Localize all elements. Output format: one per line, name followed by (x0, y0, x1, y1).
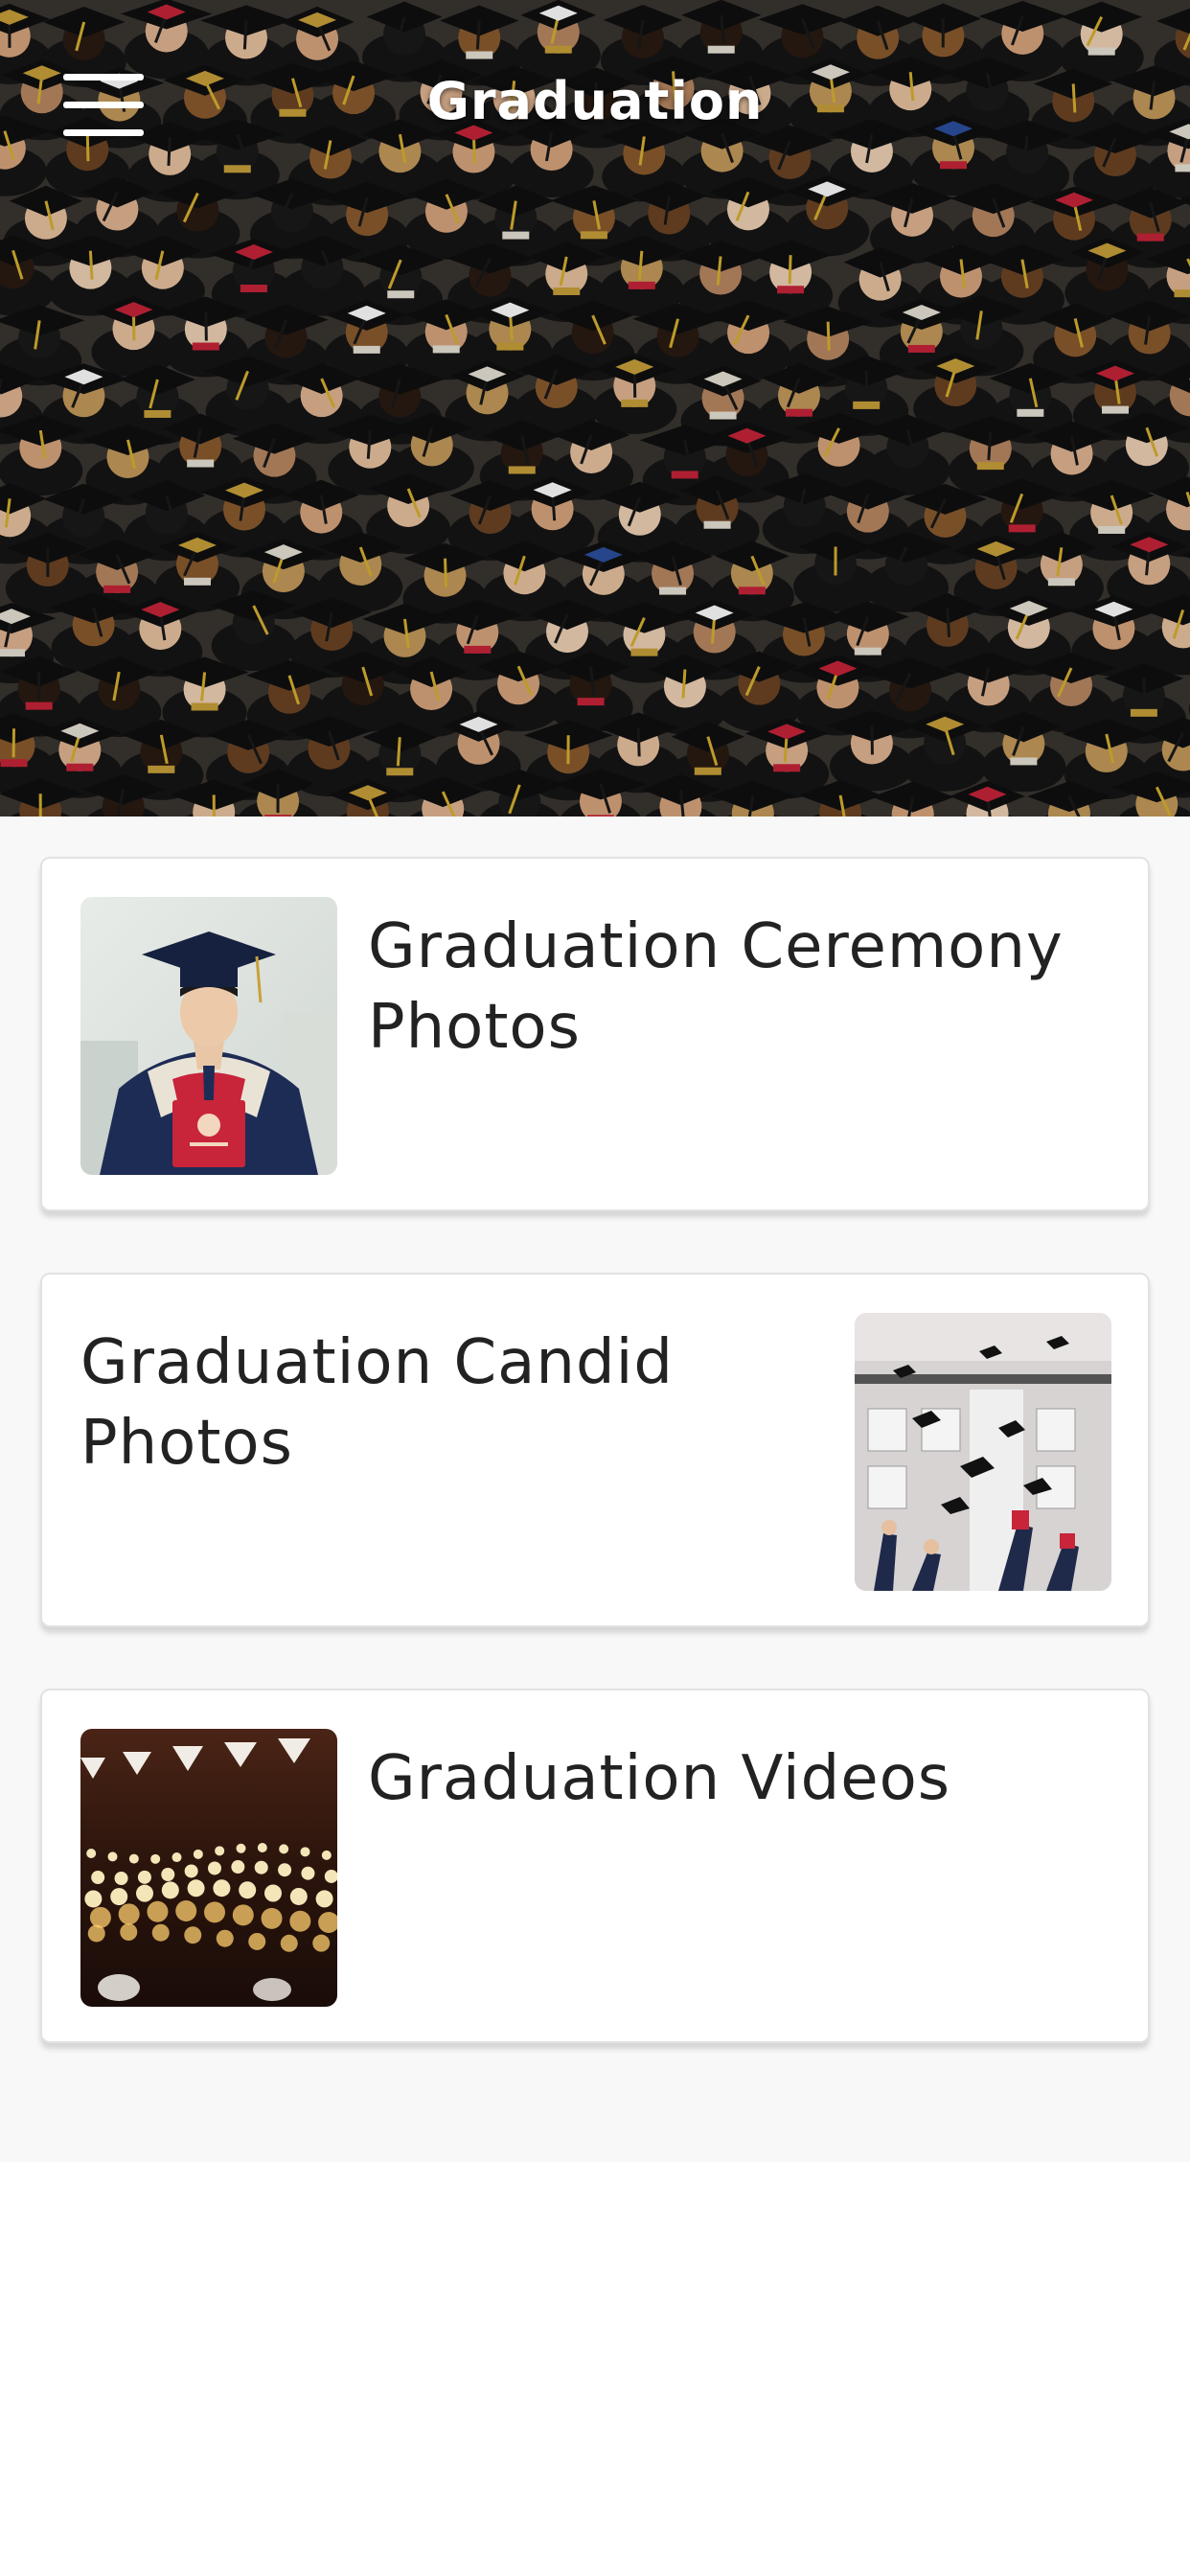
string-lights-thumbnail (80, 1729, 337, 2007)
card-title: Graduation Videos (368, 1743, 951, 1814)
card-videos[interactable]: Graduation Videos (40, 1689, 1150, 2043)
header-hero: Graduation (0, 0, 1190, 816)
card-title: Graduation Ceremony Photos (368, 911, 1064, 1063)
content-list: Graduation Ceremony Photos Graduation Ca… (0, 816, 1190, 2162)
card-candid-photos[interactable]: Graduation Candid Photos (40, 1273, 1150, 1627)
page-title: Graduation (426, 71, 764, 131)
graduate-portrait-thumbnail (80, 897, 337, 1175)
card-title: Graduation Candid Photos (80, 1327, 674, 1479)
caps-thrown-thumbnail (855, 1313, 1111, 1591)
card-ceremony-photos[interactable]: Graduation Ceremony Photos (40, 857, 1150, 1211)
